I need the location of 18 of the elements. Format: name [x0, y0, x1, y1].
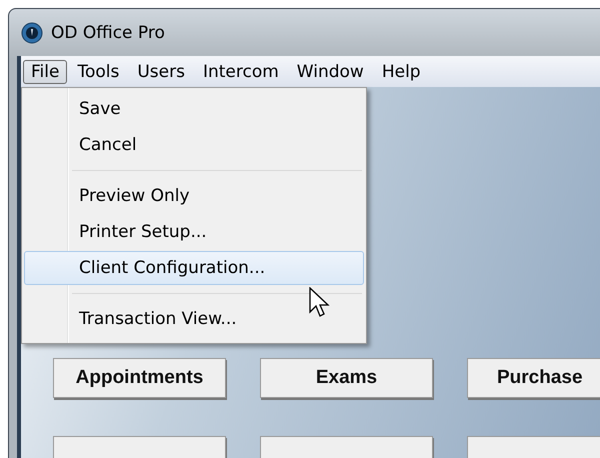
dropdown-item[interactable]: Cancel — [24, 128, 364, 162]
menu-item[interactable]: Help — [374, 60, 429, 84]
dropdown-item[interactable]: Transaction View... — [24, 302, 364, 336]
menu-item[interactable]: Window — [288, 60, 372, 84]
module-button[interactable]: Appointments — [53, 358, 226, 398]
menu-item[interactable]: File — [23, 60, 68, 84]
dropdown-item[interactable]: Printer Setup... — [24, 215, 364, 249]
menu-item[interactable]: Tools — [69, 60, 128, 84]
module-button[interactable]: Purchase — [467, 358, 600, 398]
mouse-pointer-icon — [309, 287, 331, 319]
menu-item[interactable]: Users — [129, 60, 193, 84]
module-button[interactable]: Exams — [260, 358, 433, 398]
dropdown-item[interactable]: Save — [24, 92, 364, 126]
dropdown-item[interactable]: Preview Only — [24, 179, 364, 213]
window-title: OD Office Pro — [51, 22, 165, 42]
app-logo-icon — [21, 22, 43, 44]
dropdown-item[interactable]: Client Configuration... — [24, 251, 364, 285]
menu-item[interactable]: Intercom — [194, 60, 287, 84]
